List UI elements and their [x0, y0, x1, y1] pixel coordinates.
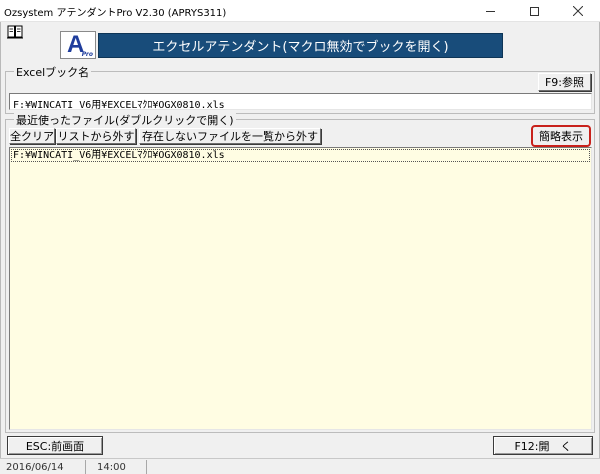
- back-button[interactable]: ESC:前画面: [7, 436, 103, 455]
- open-button[interactable]: F12:開 く: [493, 436, 593, 455]
- app-logo: A Pro: [60, 31, 96, 59]
- excel-group-label: Excelブック名: [14, 64, 92, 80]
- book-icon[interactable]: [7, 25, 23, 39]
- status-date: 2016/06/14: [0, 460, 86, 474]
- status-time: 14:00: [87, 460, 147, 474]
- title-bar: Ozsystem アテンダントPro V2.30 (APRYS311): [0, 0, 600, 22]
- logo-subtext: Pro: [81, 51, 93, 58]
- minimize-button[interactable]: [468, 0, 512, 22]
- brief-view-button[interactable]: 簡略表示: [531, 125, 591, 147]
- clear-all-button[interactable]: 全クリア: [9, 128, 55, 144]
- window-title: Ozsystem アテンダントPro V2.30 (APRYS311): [4, 8, 227, 19]
- recent-group-label: 最近使ったファイル(ダブルクリックで開く): [14, 112, 236, 128]
- excel-path-input[interactable]: F:¥WINCATI_V6用¥EXCELﾏｸﾛ¥OGX0810.xls: [9, 93, 592, 110]
- minimize-icon: [485, 10, 495, 12]
- status-bar: 2016/06/14 14:00: [0, 458, 600, 474]
- close-icon: [573, 6, 583, 16]
- maximize-button[interactable]: [512, 0, 556, 22]
- recent-files-list[interactable]: F:¥WINCATI_V6用¥EXCELﾏｸﾛ¥OGX0810.xls: [9, 147, 592, 430]
- maximize-icon: [529, 6, 539, 16]
- screen-title-banner: エクセルアテンダント(マクロ無効でブックを開く): [98, 33, 503, 58]
- remove-from-list-button[interactable]: リストから外す: [56, 128, 136, 144]
- browse-button[interactable]: F9:参照: [538, 73, 591, 91]
- close-button[interactable]: [556, 0, 600, 22]
- list-item[interactable]: F:¥WINCATI_V6用¥EXCELﾏｸﾛ¥OGX0810.xls: [11, 149, 590, 162]
- remove-missing-files-button[interactable]: 存在しないファイルを一覧から外す: [139, 128, 321, 144]
